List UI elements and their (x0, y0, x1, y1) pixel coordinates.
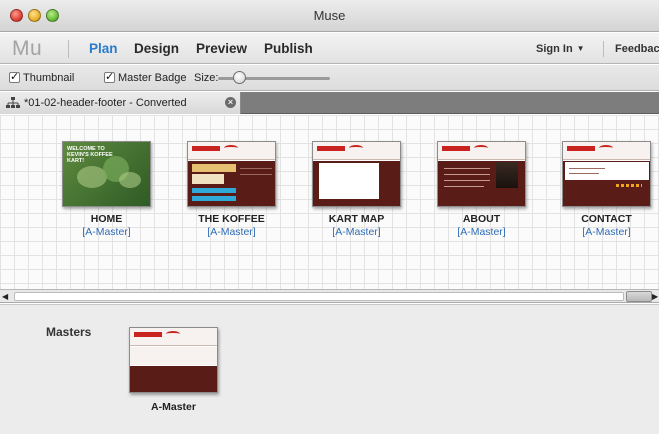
page-master-badge: [A-Master] (457, 226, 506, 238)
thumbnail-header (313, 142, 400, 160)
thumbnail-logo-mark (224, 145, 238, 151)
thumbnail-map-area (319, 163, 379, 199)
thumbnail-logo (134, 332, 162, 337)
master-badge-label[interactable]: Master Badge (118, 72, 186, 84)
page-master-badge: [A-Master] (332, 226, 381, 238)
mode-publish[interactable]: Publish (264, 41, 313, 56)
size-slider-handle[interactable] (232, 71, 246, 84)
thumbnail-text: WELCOME TO KEVIN'S KOFFEE KART! (67, 146, 113, 164)
chevron-down-icon: ▼ (576, 44, 585, 53)
thumbnail-line (240, 174, 272, 175)
scroll-right-arrow-icon[interactable]: ▶ (652, 292, 658, 301)
thumbnail-body (130, 366, 217, 392)
muse-logo: Mu (12, 37, 43, 60)
modebar-divider (603, 41, 604, 57)
page-master-badge: [A-Master] (582, 226, 631, 238)
thumbnail-header (130, 328, 217, 346)
mode-design[interactable]: Design (134, 41, 179, 56)
page-card-kart-map[interactable]: KART MAP [A-Master] (312, 141, 401, 238)
page-thumbnail[interactable]: WELCOME TO KEVIN'S KOFFEE KART! (62, 141, 151, 207)
thumbnail-line (569, 173, 599, 174)
scrollbar-thumb[interactable] (626, 291, 652, 302)
page-card-home[interactable]: WELCOME TO KEVIN'S KOFFEE KART! HOME [A-… (62, 141, 151, 238)
thumbnail-logo (192, 146, 220, 151)
thumbnail-header (563, 142, 650, 160)
document-tab-label: *01-02-header-footer - Converted (24, 97, 187, 109)
page-card-about[interactable]: ABOUT [A-Master] (437, 141, 526, 238)
logo-divider (68, 40, 69, 58)
masters-panel: Masters A-Master (0, 304, 659, 434)
window-title: Muse (313, 8, 346, 23)
thumbnail-photo (496, 162, 518, 188)
thumbnail-logo (442, 146, 470, 151)
thumbnail-logo-mark (166, 331, 180, 337)
title-bar: Muse (0, 0, 659, 32)
thumbnail-line (569, 168, 605, 169)
thumbnail-block (192, 174, 224, 184)
mode-bar: Mu Plan Design Preview Publish Sign In ▼ … (0, 33, 659, 64)
page-card-the-koffee[interactable]: THE KOFFEE [A-Master] (187, 141, 276, 238)
document-tab[interactable]: *01-02-header-footer - Converted × (0, 92, 241, 114)
thumbnail-logo (567, 146, 595, 151)
thumbnail-line (444, 180, 490, 181)
page-thumbnail[interactable] (437, 141, 526, 207)
master-name[interactable]: A-Master (119, 401, 228, 413)
thumbnail-line (444, 168, 490, 169)
thumbnail-line (240, 168, 272, 169)
master-card-a-master[interactable]: A-Master (129, 327, 218, 413)
masters-label: Masters (46, 325, 92, 339)
sign-in-menu[interactable]: Sign In ▼ (536, 43, 585, 55)
thumbnail-logo-mark (599, 145, 613, 151)
thumbnail-line (444, 186, 484, 187)
thumbnail-content-area (130, 347, 217, 365)
thumbnail-checkbox[interactable] (9, 70, 20, 83)
thumbnail-shape (119, 172, 141, 188)
page-thumbnail[interactable] (312, 141, 401, 207)
page-thumbnail[interactable] (187, 141, 276, 207)
mode-plan[interactable]: Plan (89, 41, 118, 56)
mode-preview[interactable]: Preview (196, 41, 247, 56)
thumbnail-label[interactable]: Thumbnail (23, 72, 74, 84)
document-tab-bar: *01-02-header-footer - Converted × (0, 92, 659, 114)
page-name[interactable]: HOME (42, 213, 171, 225)
thumbnail-line (444, 174, 490, 175)
scroll-left-arrow-icon[interactable]: ◀ (2, 292, 12, 301)
close-tab-icon[interactable]: × (225, 97, 236, 108)
horizontal-scrollbar[interactable]: ◀ ▶ (0, 289, 659, 303)
thumbnail-logo-mark (349, 145, 363, 151)
sitemap-icon (6, 97, 20, 108)
thumbnail-block (192, 188, 236, 193)
feedback-link[interactable]: Feedbac (615, 43, 659, 55)
page-name[interactable]: THE KOFFEE (167, 213, 296, 225)
size-label: Size: (194, 72, 219, 84)
master-thumbnail[interactable] (129, 327, 218, 393)
page-name[interactable]: CONTACT (542, 213, 659, 225)
thumbnail-block (192, 196, 236, 201)
options-bar: Thumbnail Master Badge Size: (0, 65, 659, 91)
thumbnail-block (192, 164, 236, 172)
scrollbar-track[interactable] (14, 292, 624, 301)
page-thumbnail[interactable] (562, 141, 651, 207)
thumbnail-logo (317, 146, 345, 151)
thumbnail-content-area (565, 162, 649, 180)
page-card-contact[interactable]: CONTACT [A-Master] (562, 141, 651, 238)
page-master-badge: [A-Master] (207, 226, 256, 238)
plan-canvas[interactable]: WELCOME TO KEVIN'S KOFFEE KART! HOME [A-… (0, 115, 659, 289)
page-name[interactable]: ABOUT (417, 213, 546, 225)
page-name[interactable]: KART MAP (292, 213, 421, 225)
page-master-badge: [A-Master] (82, 226, 131, 238)
master-badge-checkbox[interactable] (104, 70, 115, 83)
thumbnail-logo-mark (474, 145, 488, 151)
thumbnail-header (438, 142, 525, 160)
thumbnail-header (188, 142, 275, 160)
thumbnail-dots (616, 184, 642, 187)
sign-in-label: Sign In (536, 43, 573, 55)
